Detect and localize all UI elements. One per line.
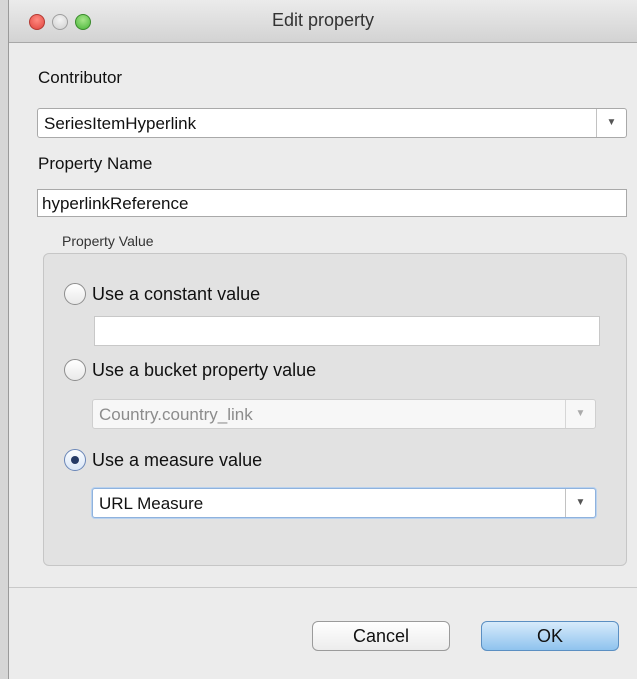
property-value-group-label: Property Value xyxy=(62,233,154,249)
property-name-label: Property Name xyxy=(38,154,153,173)
measure-value-radio[interactable] xyxy=(64,449,86,471)
ok-button[interactable]: OK xyxy=(481,621,619,651)
contributor-select[interactable]: SeriesItemHyperlink ▼ xyxy=(37,108,627,138)
property-name-value: hyperlinkReference xyxy=(42,194,189,213)
constant-value-radio-row[interactable]: Use a constant value xyxy=(64,283,260,305)
measure-value-text: URL Measure xyxy=(99,494,204,513)
bucket-value-select[interactable]: Country.country_link ▼ xyxy=(92,399,596,429)
contributor-value: SeriesItemHyperlink xyxy=(44,114,197,133)
edit-property-dialog: Edit property Contributor SeriesItemHype… xyxy=(8,0,637,679)
bucket-value-text: Country.country_link xyxy=(99,405,253,424)
constant-value-input[interactable] xyxy=(94,316,600,346)
measure-value-label: Use a measure value xyxy=(92,449,263,470)
constant-value-label: Use a constant value xyxy=(92,283,261,304)
bucket-value-label: Use a bucket property value xyxy=(92,359,317,380)
contributor-label: Contributor xyxy=(38,68,123,87)
property-name-input[interactable]: hyperlinkReference xyxy=(37,189,627,217)
constant-value-radio[interactable] xyxy=(64,283,86,305)
chevron-down-icon[interactable]: ▼ xyxy=(565,400,595,428)
chevron-down-icon[interactable]: ▼ xyxy=(596,109,626,137)
bucket-value-radio[interactable] xyxy=(64,359,86,381)
window-title: Edit property xyxy=(271,10,375,30)
property-value-group: Use a constant value Use a bucket proper… xyxy=(43,253,627,566)
separator xyxy=(9,587,637,588)
cancel-button[interactable]: Cancel xyxy=(312,621,450,651)
title-bar[interactable]: Edit property xyxy=(9,0,637,43)
bucket-value-radio-row[interactable]: Use a bucket property value xyxy=(64,359,316,381)
chevron-down-icon[interactable]: ▼ xyxy=(565,489,595,517)
measure-value-radio-row[interactable]: Use a measure value xyxy=(64,449,262,471)
measure-value-select[interactable]: URL Measure ▼ xyxy=(92,488,596,518)
